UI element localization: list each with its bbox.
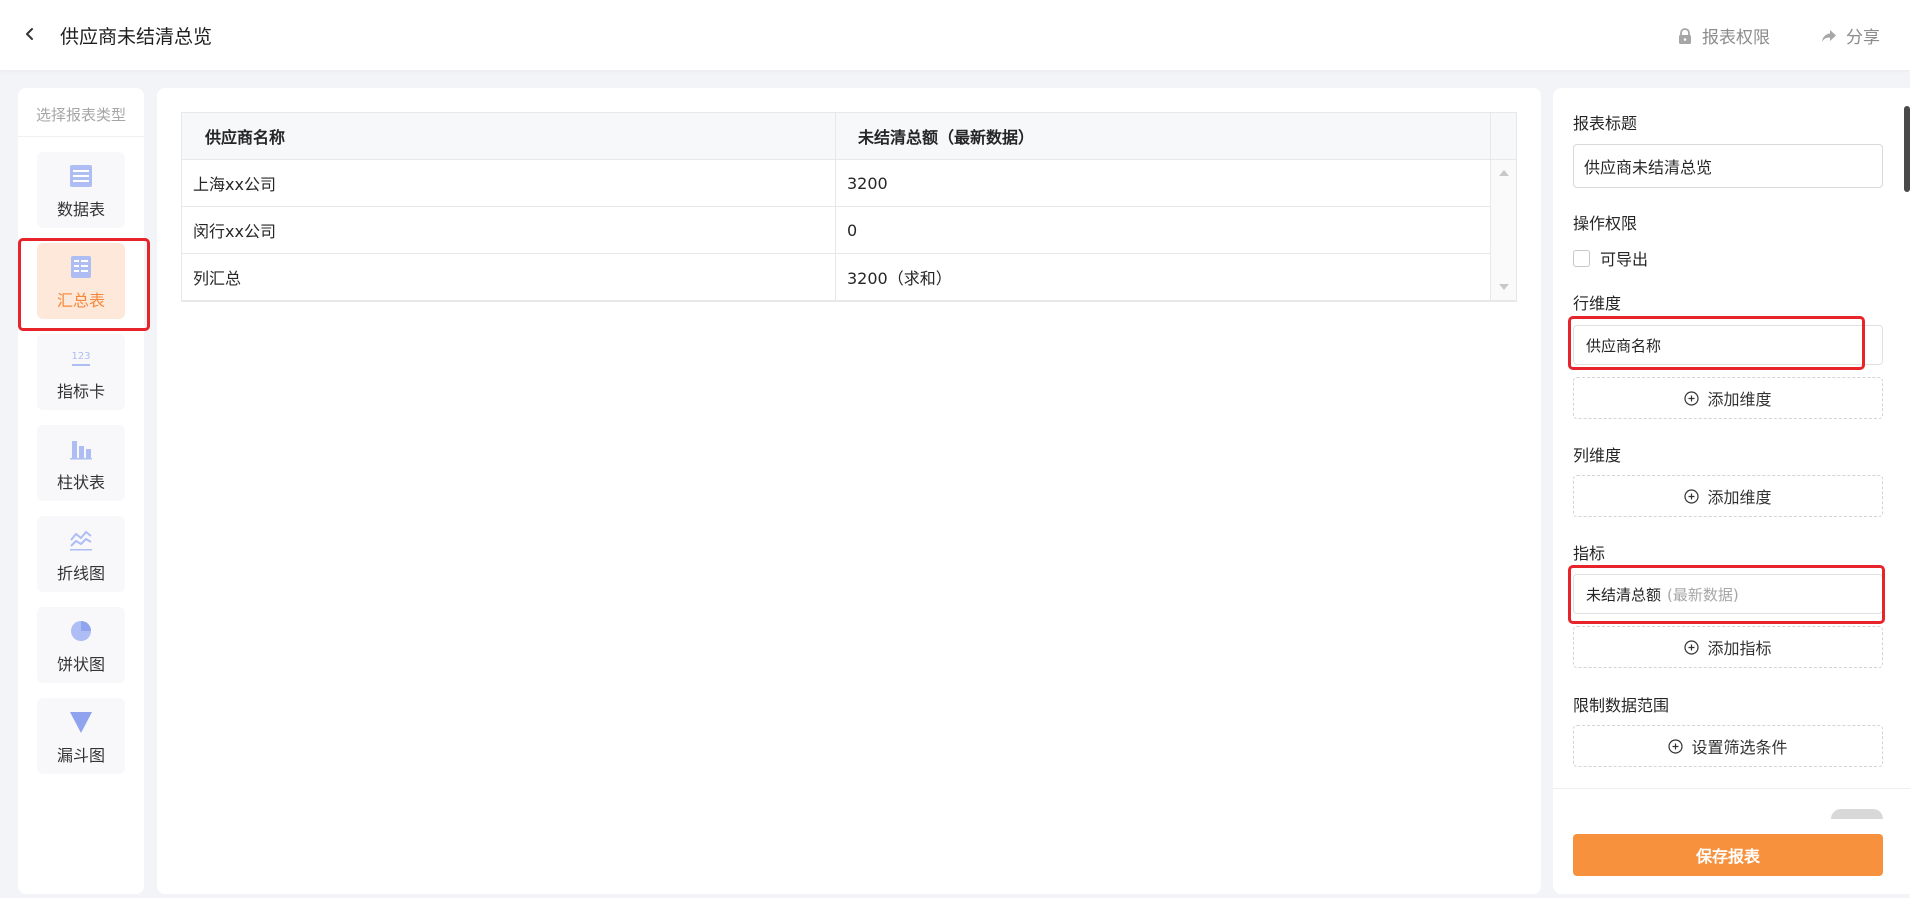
summary-table: 供应商名称 未结清总额（最新数据） 上海xx公司 3200 闵行xx公司 0 列… [181, 112, 1517, 302]
scroll-down-arrow-icon[interactable] [1499, 284, 1509, 290]
checkbox-box[interactable] [1573, 249, 1590, 267]
report-type-label: 饼状图 [56, 655, 105, 674]
report-type-label: 柱状表 [56, 473, 105, 492]
toggle-switch[interactable] [1831, 809, 1883, 819]
lock-icon [1679, 27, 1691, 44]
report-type-funnel-chart[interactable]: 漏斗图 [37, 698, 125, 774]
add-dimension-label: 添加维度 [1707, 488, 1772, 507]
divider [1553, 788, 1910, 789]
pivot-table-icon [71, 256, 91, 278]
report-type-pivot-table[interactable]: 汇总表 [37, 243, 125, 319]
report-type-label: 漏斗图 [56, 746, 105, 765]
column-dimension-label: 列维度 [1573, 446, 1622, 465]
exportable-label: 可导出 [1600, 250, 1649, 269]
scrollbar-header-spacer [1490, 113, 1516, 159]
column-header[interactable]: 供应商名称 [182, 113, 836, 159]
chevron-left-icon[interactable] [22, 24, 38, 44]
report-type-metric-card[interactable]: 123 指标卡 [37, 334, 125, 410]
metric-field[interactable]: 未结清总额 (最新数据) [1573, 574, 1883, 614]
table-row: 上海xx公司 3200 [182, 160, 1516, 207]
line-chart-icon [70, 530, 92, 551]
report-type-label: 汇总表 [56, 291, 105, 310]
share-button[interactable]: 分享 [1820, 23, 1880, 48]
metric-label: 指标 [1573, 544, 1606, 563]
set-filter-button[interactable]: 设置筛选条件 [1573, 725, 1883, 767]
table-cell: 3200 [847, 173, 888, 193]
report-config-panel: 报表标题 操作权限 可导出 行维度 供应商名称 添加维度 列维度 添加维度 指标… [1553, 88, 1910, 894]
filter-label: 限制数据范围 [1573, 696, 1670, 715]
svg-text:123: 123 [71, 351, 90, 362]
table-cell: 闵行xx公司 [182, 207, 836, 253]
exportable-checkbox[interactable]: 可导出 [1573, 246, 1648, 270]
table-cell: 3200（求和） [847, 269, 952, 288]
add-metric-label: 添加指标 [1707, 639, 1772, 658]
plus-circle-icon [1684, 390, 1700, 406]
report-title-label: 报表标题 [1573, 114, 1638, 133]
plus-circle-icon [1684, 488, 1700, 504]
row-dimension-value: 供应商名称 [1586, 336, 1662, 355]
row-dimension-field[interactable]: 供应商名称 [1573, 325, 1883, 365]
report-title-input[interactable] [1573, 144, 1883, 188]
table-cell: 0 [847, 220, 858, 240]
report-type-sidebar: 选择报表类型 数据表 汇总表 123 指标卡 柱状表 折线图 饼状图 漏斗图 [18, 88, 144, 894]
bar-chart-icon [70, 441, 92, 460]
metric-card-icon: 123 [71, 351, 91, 366]
table-header-row: 供应商名称 未结清总额（最新数据） [182, 113, 1516, 160]
report-type-bar-chart[interactable]: 柱状表 [37, 425, 125, 501]
plus-circle-icon [1668, 738, 1684, 754]
add-row-dimension-button[interactable]: 添加维度 [1573, 377, 1883, 419]
scroll-up-arrow-icon[interactable] [1499, 170, 1509, 176]
table-icon [70, 165, 92, 187]
report-preview-panel: 供应商名称 未结清总额（最新数据） 上海xx公司 3200 闵行xx公司 0 列… [157, 88, 1541, 894]
report-type-line-chart[interactable]: 折线图 [37, 516, 125, 592]
table-cell: 列汇总 [182, 254, 836, 300]
divider [18, 136, 144, 137]
report-type-label: 指标卡 [56, 382, 105, 401]
page-header: 供应商未结清总览 报表权限 分享 [0, 0, 1910, 70]
permission-label: 操作权限 [1573, 214, 1638, 233]
set-filter-label: 设置筛选条件 [1691, 738, 1788, 757]
report-permission-button[interactable]: 报表权限 [1676, 23, 1770, 48]
table-row: 列汇总 3200（求和） [182, 254, 1516, 301]
metric-sub: (最新数据) [1667, 585, 1739, 604]
report-type-data-table[interactable]: 数据表 [37, 152, 125, 228]
page-title: 供应商未结清总览 [60, 26, 213, 48]
save-report-button[interactable]: 保存报表 [1573, 834, 1883, 876]
sidebar-title: 选择报表类型 [35, 106, 126, 124]
add-metric-button[interactable]: 添加指标 [1573, 626, 1883, 668]
report-type-label: 折线图 [56, 564, 105, 583]
report-type-pie-chart[interactable]: 饼状图 [37, 607, 125, 683]
window-scrollbar[interactable] [1904, 106, 1910, 192]
table-row: 闵行xx公司 0 [182, 207, 1516, 254]
row-dimension-label: 行维度 [1573, 294, 1622, 313]
column-header[interactable]: 未结清总额（最新数据） [836, 113, 1490, 159]
report-permission-label: 报表权限 [1702, 28, 1770, 48]
table-cell: 上海xx公司 [182, 160, 836, 206]
funnel-chart-icon [70, 712, 92, 733]
add-column-dimension-button[interactable]: 添加维度 [1573, 475, 1883, 517]
metric-value: 未结清总额 [1586, 585, 1662, 604]
share-icon [1822, 29, 1836, 42]
report-type-label: 数据表 [56, 200, 105, 219]
plus-circle-icon [1684, 639, 1700, 655]
pie-chart-icon [71, 621, 91, 641]
add-dimension-label: 添加维度 [1707, 390, 1772, 409]
share-label: 分享 [1846, 28, 1880, 48]
table-scrollbar[interactable] [1490, 160, 1516, 300]
